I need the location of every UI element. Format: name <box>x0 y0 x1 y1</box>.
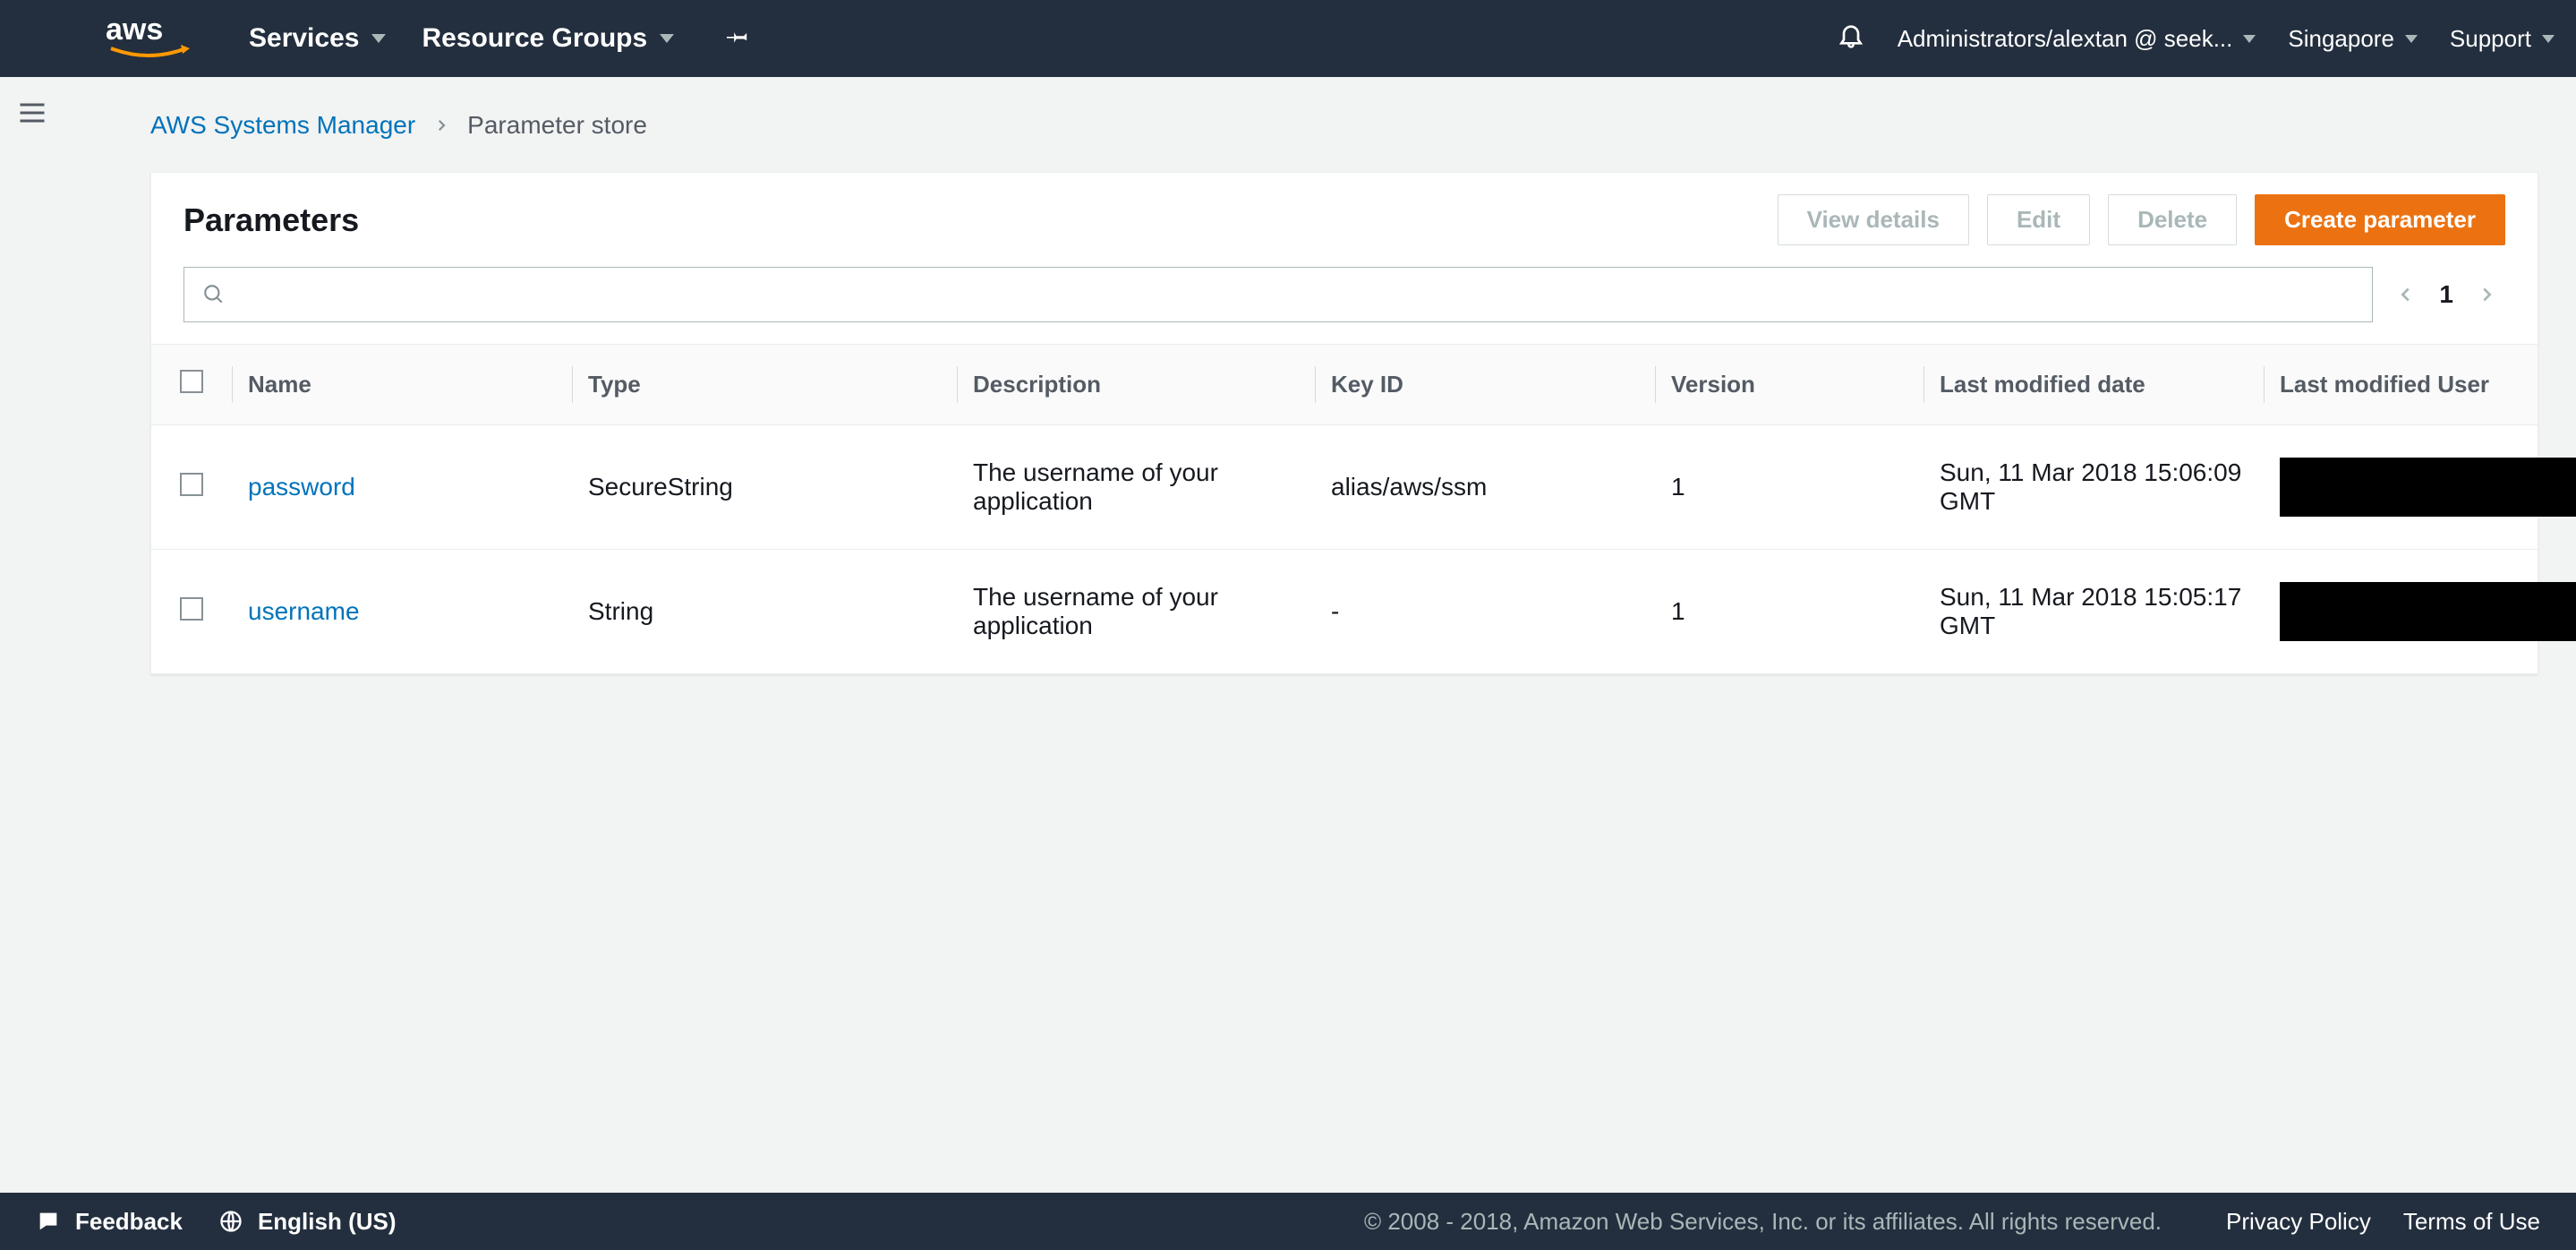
svg-text:aws: aws <box>106 13 163 47</box>
notifications-icon[interactable] <box>1837 21 1865 56</box>
nav-account[interactable]: Administrators/alextan @ seek... <box>1898 25 2256 53</box>
caret-down-icon <box>371 34 386 43</box>
top-nav: aws Services Resource Groups Administrat… <box>0 0 2576 77</box>
cell-key-id: - <box>1315 550 1655 674</box>
delete-button[interactable]: Delete <box>2108 194 2237 245</box>
cell-description: The username of your application <box>957 425 1315 550</box>
privacy-policy-link[interactable]: Privacy Policy <box>2226 1208 2371 1236</box>
aws-logo[interactable]: aws <box>106 13 213 64</box>
cell-last-modified-user-redacted <box>2280 458 2576 517</box>
pin-icon[interactable] <box>715 19 755 59</box>
next-page-button[interactable] <box>2477 278 2496 312</box>
col-type[interactable]: Type <box>572 345 957 425</box>
language-selector[interactable]: English (US) <box>218 1208 397 1236</box>
language-label: English (US) <box>258 1208 397 1236</box>
col-description[interactable]: Description <box>957 345 1315 425</box>
cell-last-modified-date: Sun, 11 Mar 2018 15:06:09 GMT <box>1923 425 2264 550</box>
search-input[interactable] <box>183 267 2373 322</box>
col-last-modified-user[interactable]: Last modified User <box>2264 345 2538 425</box>
search-row: 1 <box>151 267 2538 344</box>
nav-support[interactable]: Support <box>2450 25 2555 53</box>
parameter-name-link[interactable]: password <box>248 473 355 501</box>
nav-services-label: Services <box>249 23 359 54</box>
cell-key-id: alias/aws/ssm <box>1315 425 1655 550</box>
feedback-label: Feedback <box>75 1208 183 1236</box>
table-header-row: Name Type Description Key ID Version Las… <box>151 345 2538 425</box>
cell-last-modified-date: Sun, 11 Mar 2018 15:05:17 GMT <box>1923 550 2264 674</box>
cell-version: 1 <box>1655 550 1923 674</box>
caret-down-icon <box>660 34 674 43</box>
breadcrumb-current: Parameter store <box>467 111 647 140</box>
breadcrumb-root[interactable]: AWS Systems Manager <box>150 111 415 140</box>
prev-page-button[interactable] <box>2396 278 2416 312</box>
panel-title: Parameters <box>183 201 1778 239</box>
page-number: 1 <box>2439 280 2453 309</box>
parameters-panel: Parameters View details Edit Delete Crea… <box>150 172 2538 674</box>
nav-resource-groups-label: Resource Groups <box>422 23 647 54</box>
view-details-button[interactable]: View details <box>1778 194 1969 245</box>
col-name[interactable]: Name <box>232 345 572 425</box>
row-checkbox[interactable] <box>180 597 203 621</box>
speech-bubble-icon <box>36 1209 61 1234</box>
globe-icon <box>218 1209 243 1234</box>
nav-account-label: Administrators/alextan @ seek... <box>1898 25 2233 53</box>
edit-button[interactable]: Edit <box>1987 194 2090 245</box>
cell-type: String <box>572 550 957 674</box>
row-checkbox[interactable] <box>180 473 203 496</box>
cell-version: 1 <box>1655 425 1923 550</box>
pagination: 1 <box>2387 278 2505 312</box>
caret-down-icon <box>2405 35 2418 43</box>
breadcrumb: AWS Systems Manager Parameter store <box>150 111 2538 140</box>
copyright-text: © 2008 - 2018, Amazon Web Services, Inc.… <box>1364 1208 2162 1236</box>
feedback-link[interactable]: Feedback <box>36 1208 183 1236</box>
col-last-modified-date[interactable]: Last modified date <box>1923 345 2264 425</box>
nav-region[interactable]: Singapore <box>2288 25 2418 53</box>
panel-header: Parameters View details Edit Delete Crea… <box>151 173 2538 267</box>
nav-services[interactable]: Services <box>249 23 386 54</box>
cell-type: SecureString <box>572 425 957 550</box>
content: AWS Systems Manager Parameter store Para… <box>77 77 2576 1193</box>
table-row: password SecureString The username of yo… <box>151 425 2538 550</box>
parameters-table: Name Type Description Key ID Version Las… <box>151 344 2538 673</box>
create-parameter-button[interactable]: Create parameter <box>2255 194 2505 245</box>
footer: Feedback English (US) © 2008 - 2018, Ama… <box>0 1193 2576 1250</box>
caret-down-icon <box>2542 35 2555 43</box>
terms-of-use-link[interactable]: Terms of Use <box>2403 1208 2540 1236</box>
col-key-id[interactable]: Key ID <box>1315 345 1655 425</box>
menu-toggle-icon[interactable] <box>16 97 48 138</box>
select-all-checkbox[interactable] <box>180 370 203 393</box>
nav-support-label: Support <box>2450 25 2531 53</box>
col-version[interactable]: Version <box>1655 345 1923 425</box>
nav-region-label: Singapore <box>2288 25 2394 53</box>
chevron-right-icon <box>433 111 449 140</box>
caret-down-icon <box>2243 35 2256 43</box>
nav-resource-groups[interactable]: Resource Groups <box>422 23 674 54</box>
parameter-name-link[interactable]: username <box>248 597 360 625</box>
table-row: username String The username of your app… <box>151 550 2538 674</box>
search-icon <box>202 283 226 306</box>
cell-last-modified-user-redacted <box>2280 582 2576 641</box>
cell-description: The username of your application <box>957 550 1315 674</box>
